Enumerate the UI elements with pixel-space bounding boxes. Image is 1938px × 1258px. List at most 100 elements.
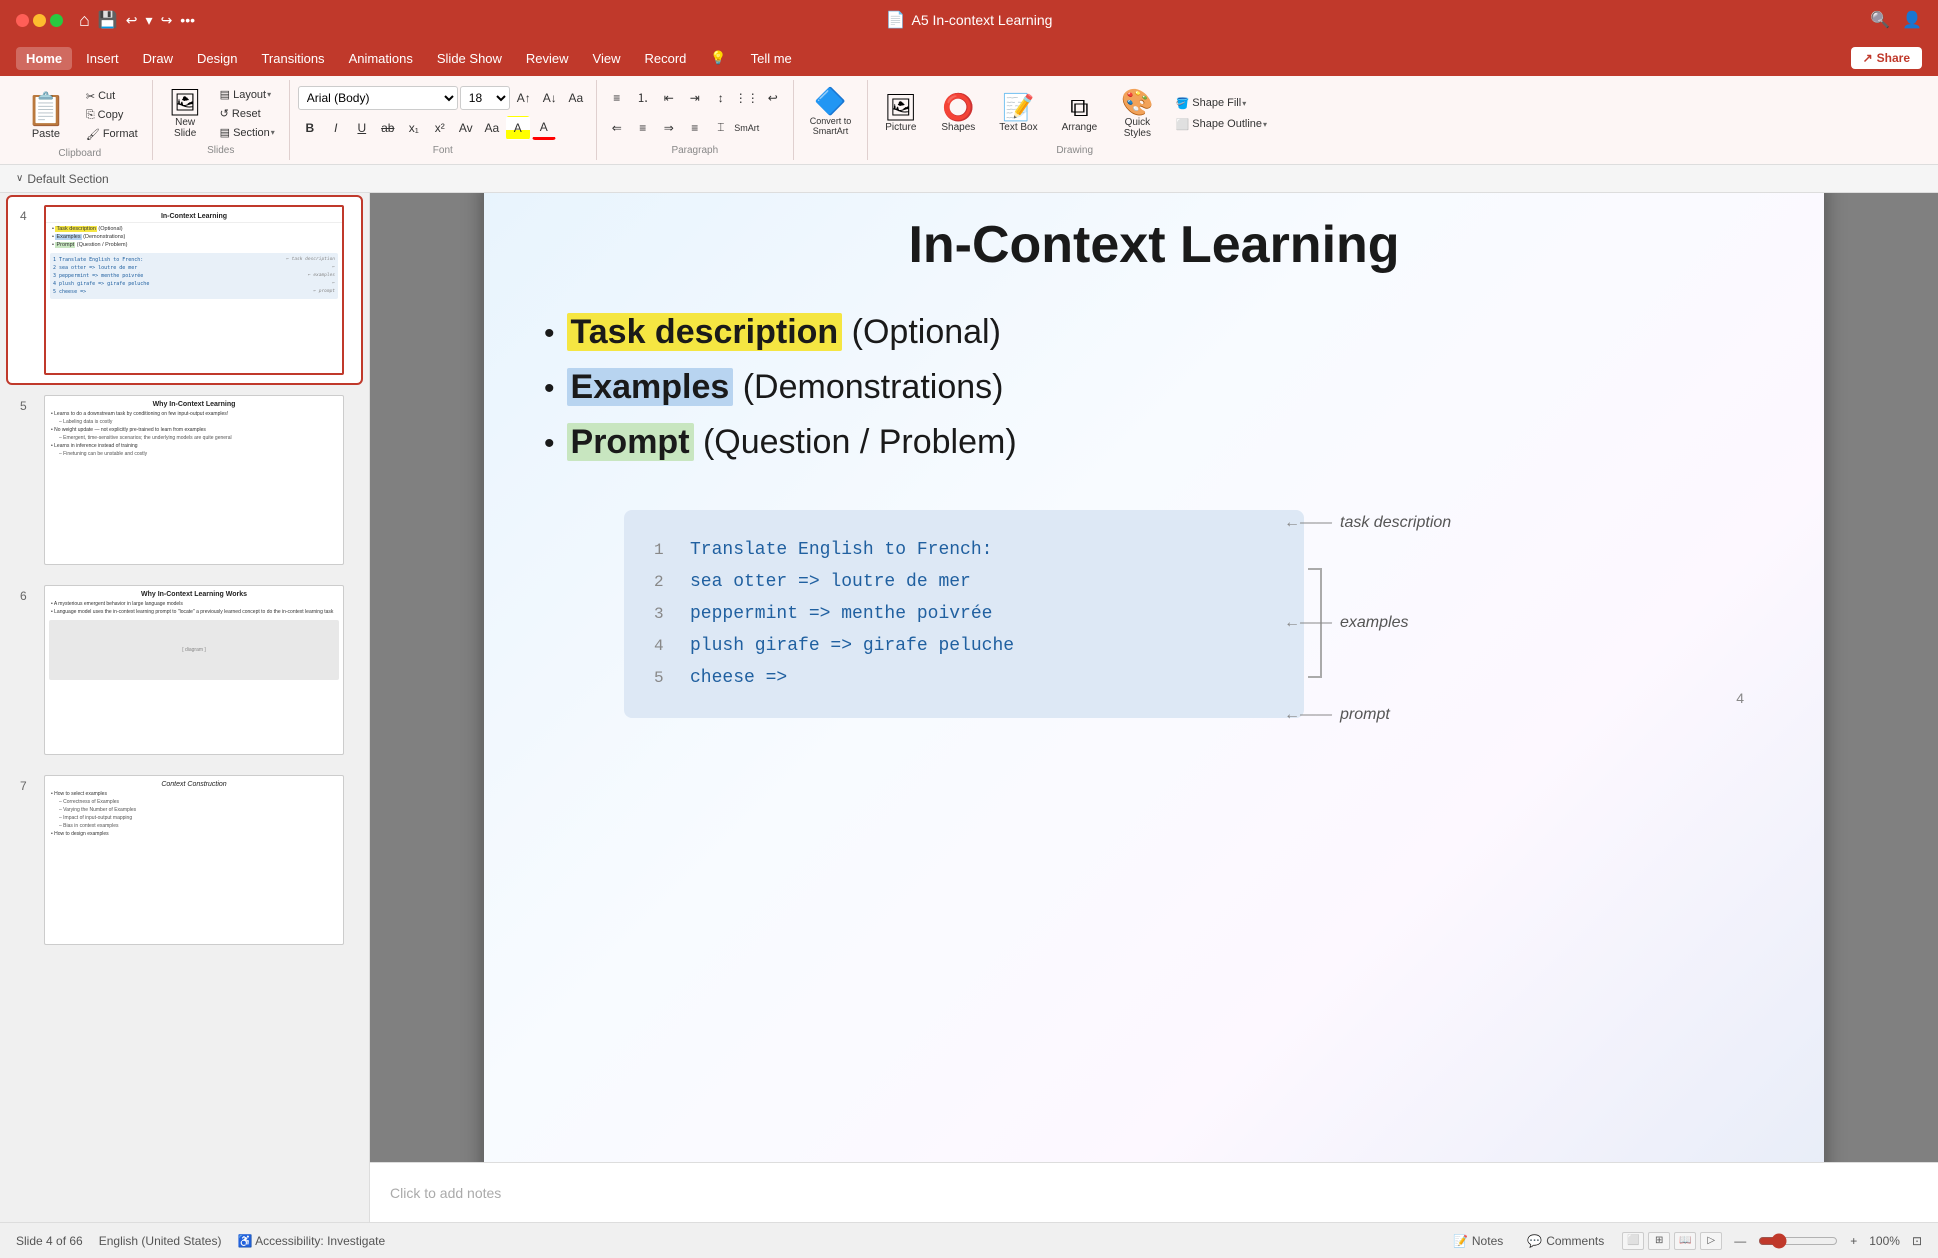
zoom-slider[interactable] [1758, 1233, 1838, 1249]
menu-insert[interactable]: Insert [76, 47, 129, 70]
code-box[interactable]: 1 Translate English to French: 2 sea ott… [624, 510, 1304, 718]
font-color-button[interactable]: A [532, 116, 556, 140]
menu-record[interactable]: Record [635, 47, 697, 70]
more-icon[interactable]: ••• [180, 12, 195, 28]
menu-home[interactable]: Home [16, 47, 72, 70]
maximize-button[interactable] [50, 14, 63, 27]
code-line-2: 2 sea otter => loutre de mer [654, 566, 1274, 598]
menu-review[interactable]: Review [516, 47, 579, 70]
slide-main-title[interactable]: In-Context Learning [544, 215, 1764, 275]
convert-smartart-button[interactable]: 🔷 Convert toSmartArt [802, 84, 860, 140]
new-slide-button[interactable]: 🖼 NewSlide [161, 85, 210, 143]
font-increase-button[interactable]: A↑ [512, 86, 536, 110]
menu-slideshow[interactable]: Slide Show [427, 47, 512, 70]
close-button[interactable] [16, 14, 29, 27]
shapes-button[interactable]: ⭕ Shapes [933, 90, 983, 137]
share-icon[interactable]: 👤 [1902, 10, 1922, 30]
quick-styles-button[interactable]: 🎨 QuickStyles [1113, 85, 1161, 143]
clear-format-button[interactable]: Aa [564, 86, 588, 110]
columns-button[interactable]: ⋮⋮ [735, 86, 759, 110]
superscript-button[interactable]: x² [428, 116, 452, 140]
slide-thumb-6[interactable]: 6 Why In-Context Learning Works • A myst… [8, 577, 361, 763]
strikethrough-button[interactable]: ab [376, 116, 400, 140]
window-controls: ⌂ 💾 ↩ ▾ ↪ ••• [16, 10, 195, 31]
align-left-button[interactable]: ⇐ [605, 116, 629, 140]
smartart-button[interactable]: SmArt [735, 116, 759, 140]
highlight-button[interactable]: A [506, 116, 530, 140]
line-spacing-button[interactable]: ↕ [709, 86, 733, 110]
format-button[interactable]: 🖌 Format [80, 126, 144, 143]
align-top-button[interactable]: ⌶ [709, 116, 733, 140]
home-icon[interactable]: ⌂ [79, 10, 90, 31]
shape-fill-button[interactable]: 🪣 Shape Fill ▾ [1170, 95, 1273, 112]
zoom-plus[interactable]: + [1850, 1234, 1857, 1248]
picture-button[interactable]: 🖼 Picture [876, 90, 925, 137]
slideshow-view-button[interactable]: ▷ [1700, 1232, 1722, 1250]
menu-light-bulb[interactable]: 💡 [700, 46, 736, 70]
align-center-button[interactable]: ≡ [631, 116, 655, 140]
slide-bullet-2[interactable]: • Examples (Demonstrations) [544, 360, 1764, 415]
menu-design[interactable]: Design [187, 47, 247, 70]
section-chevron[interactable]: ∨ [16, 173, 23, 184]
minimize-button[interactable] [33, 14, 46, 27]
bold-button[interactable]: B [298, 116, 322, 140]
font-size-select[interactable]: 18 [460, 86, 510, 110]
zoom-minus[interactable]: — [1734, 1234, 1746, 1248]
italic-button[interactable]: I [324, 116, 348, 140]
font-family-select[interactable]: Arial (Body) [298, 86, 458, 110]
cut-button[interactable]: ✂ Cut [80, 88, 144, 105]
slide-thumb-4[interactable]: 4 In-Context Learning • Task description… [8, 197, 361, 383]
slide-bullet-3[interactable]: • Prompt (Question / Problem) [544, 415, 1764, 470]
layout-icon: ▤ [220, 88, 230, 101]
slide-4-bullet-1: • Task description (Optional) [52, 225, 336, 233]
menu-view[interactable]: View [583, 47, 631, 70]
arrange-button[interactable]: ⧉ Arrange [1054, 90, 1106, 137]
paste-button[interactable]: 📋 Paste [16, 84, 76, 146]
save-icon[interactable]: 💾 [98, 10, 118, 30]
slide-thumb-7[interactable]: 7 Context Construction • How to select e… [8, 767, 361, 953]
notes-button[interactable]: 📝 Notes [1447, 1232, 1509, 1250]
ribbon: 📋 Paste ✂ Cut ⎘ Copy 🖌 Format [0, 76, 1938, 165]
section-name: Default Section [27, 172, 108, 186]
text-box-button[interactable]: 📝 Text Box [991, 90, 1045, 137]
justify-button[interactable]: ≡ [683, 116, 707, 140]
slide-canvas-area[interactable]: In-Context Learning • Task description (… [370, 193, 1938, 1162]
redo-icon[interactable]: ↪ [161, 12, 173, 29]
menu-tellme[interactable]: Tell me [741, 47, 802, 70]
notes-area[interactable]: Click to add notes [370, 1162, 1938, 1222]
notes-placeholder[interactable]: Click to add notes [390, 1185, 501, 1201]
layout-button[interactable]: ▤ Layout ▾ [214, 86, 281, 103]
numbered-list-button[interactable]: ⒈ [631, 86, 655, 110]
menu-animations[interactable]: Animations [339, 47, 423, 70]
undo-dropdown-icon[interactable]: ▾ [146, 12, 153, 29]
text-direction-button[interactable]: ↩ [761, 86, 785, 110]
slide-bullet-1[interactable]: • Task description (Optional) [544, 305, 1764, 360]
slide-sorter-button[interactable]: ⊞ [1648, 1232, 1670, 1250]
menu-transitions[interactable]: Transitions [251, 47, 334, 70]
reading-view-button[interactable]: 📖 [1674, 1232, 1696, 1250]
search-icon[interactable]: 🔍 [1870, 10, 1890, 30]
copy-button[interactable]: ⎘ Copy [80, 107, 144, 124]
decrease-indent-button[interactable]: ⇤ [657, 86, 681, 110]
slide-thumb-5[interactable]: 5 Why In-Context Learning • Learns to do… [8, 387, 361, 573]
reset-button[interactable]: ↺ Reset [214, 105, 281, 122]
align-right-button[interactable]: ⇒ [657, 116, 681, 140]
underline-button[interactable]: U [350, 116, 374, 140]
comments-button[interactable]: 💬 Comments [1521, 1232, 1610, 1250]
normal-view-button[interactable]: ⬜ [1622, 1232, 1644, 1250]
subscript-button[interactable]: x₁ [402, 116, 426, 140]
shape-outline-button[interactable]: ⬜ Shape Outline ▾ [1170, 116, 1273, 133]
bullet-list-button[interactable]: ≡ [605, 86, 629, 110]
share-button[interactable]: ↗ Share [1851, 47, 1922, 69]
slide-content: In-Context Learning • Task description (… [544, 215, 1764, 718]
section-button[interactable]: ▤ Section ▾ [214, 124, 281, 141]
font-decrease-button[interactable]: A↓ [538, 86, 562, 110]
slide-canvas[interactable]: In-Context Learning • Task description (… [484, 193, 1824, 1162]
increase-indent-button[interactable]: ⇥ [683, 86, 707, 110]
char-spacing-button[interactable]: Av [454, 116, 478, 140]
font-case-button[interactable]: Aa [480, 116, 504, 140]
menu-draw[interactable]: Draw [133, 47, 183, 70]
undo-icon[interactable]: ↩ [126, 12, 138, 29]
accessibility-info[interactable]: ♿ Accessibility: Investigate [237, 1234, 385, 1248]
fit-to-window-icon[interactable]: ⊡ [1912, 1234, 1922, 1248]
